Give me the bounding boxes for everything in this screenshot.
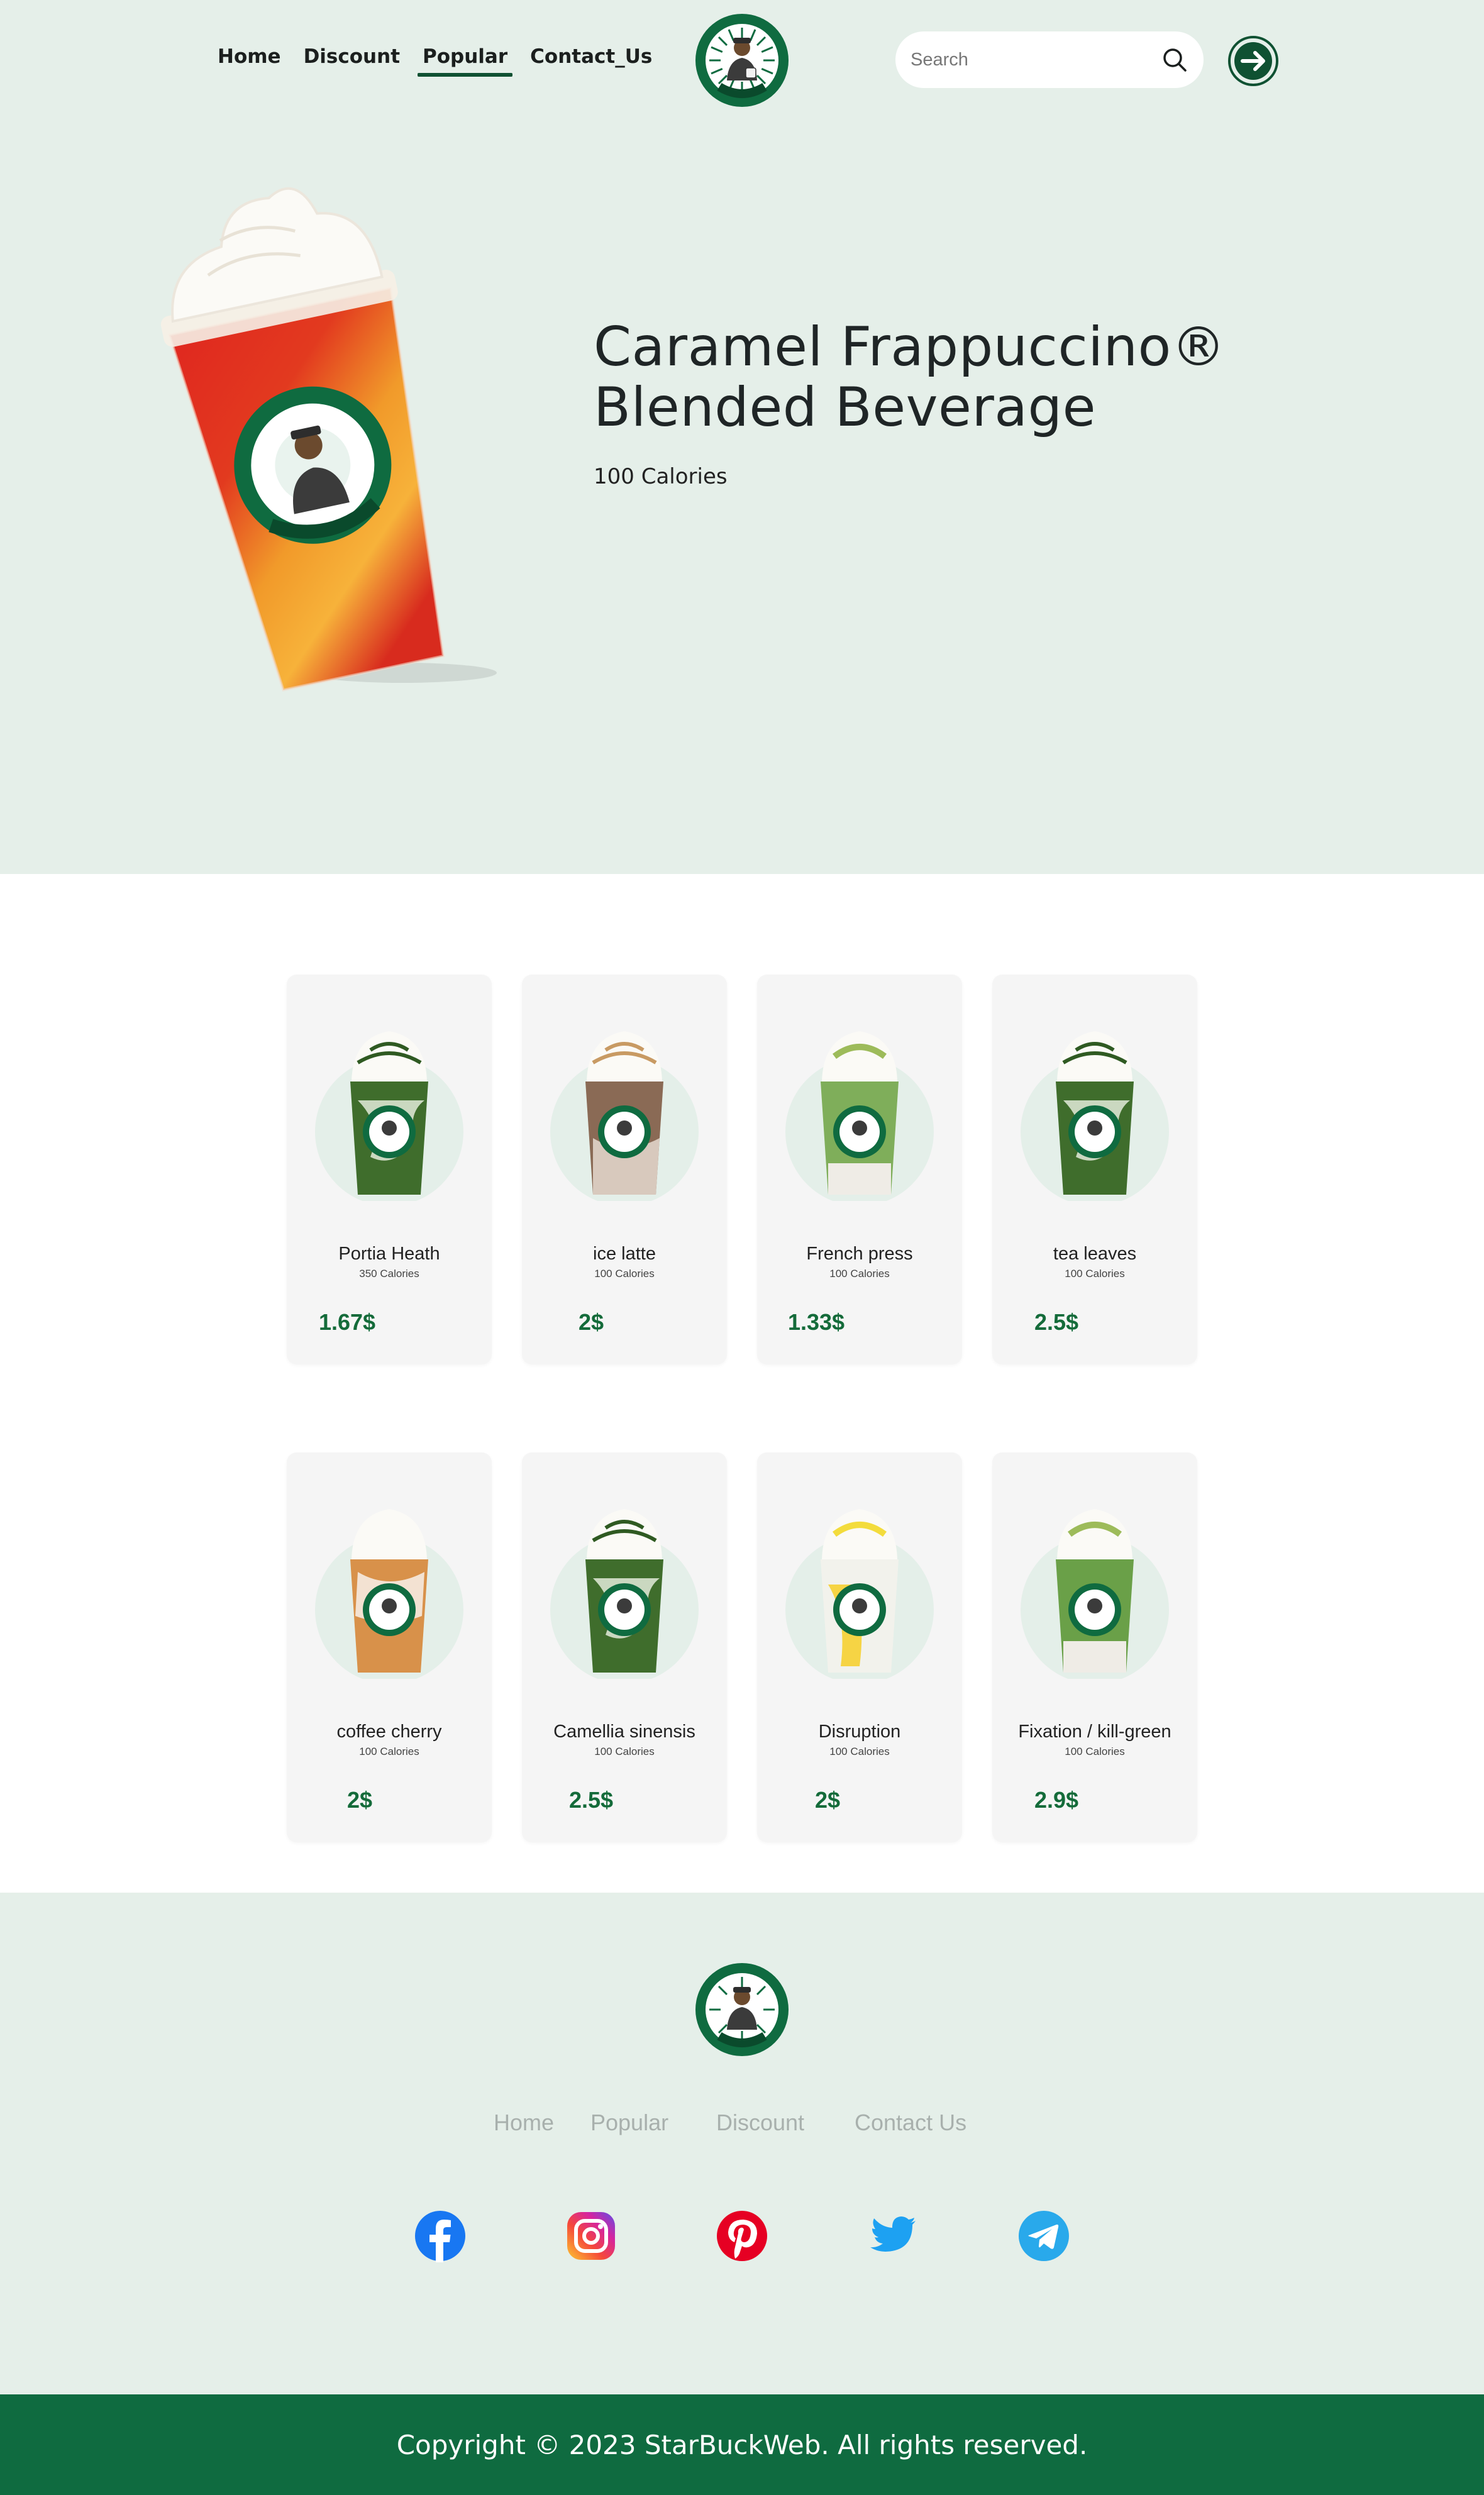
product-image bbox=[785, 1031, 934, 1201]
twitter-icon[interactable] bbox=[867, 2210, 919, 2262]
arrow-right-circle-icon[interactable] bbox=[1227, 35, 1279, 87]
nav-home[interactable]: Home bbox=[218, 45, 281, 77]
hero-calories: 100 Calories bbox=[594, 464, 728, 489]
product-card[interactable]: coffee cherry 100 Calories 2$ bbox=[287, 1452, 492, 1842]
product-name: Camellia sinensis bbox=[553, 1722, 695, 1742]
instagram-icon[interactable] bbox=[565, 2210, 617, 2262]
product-image bbox=[1021, 1509, 1169, 1679]
product-calories: 100 Calories bbox=[829, 1268, 890, 1280]
search-input[interactable] bbox=[911, 49, 1161, 70]
product-card[interactable]: Disruption 100 Calories 2$ bbox=[757, 1452, 962, 1842]
product-image bbox=[550, 1509, 699, 1679]
hero-title: Caramel Frappuccino® Blended Beverage bbox=[594, 316, 1226, 439]
product-image bbox=[315, 1031, 463, 1201]
product-image bbox=[550, 1031, 699, 1201]
hero-drink-image bbox=[160, 187, 497, 692]
green-coffee-logo[interactable] bbox=[694, 1962, 790, 2057]
product-price: 1.67$ bbox=[318, 1309, 376, 1335]
product-calories: 100 Calories bbox=[359, 1745, 419, 1757]
product-calories: 100 Calories bbox=[1065, 1268, 1125, 1280]
product-name: coffee cherry bbox=[336, 1722, 442, 1742]
copyright-text: Copyright © 2023 StarBuckWeb. All rights… bbox=[396, 2429, 1088, 2460]
search-icon[interactable] bbox=[1161, 46, 1188, 74]
main-nav: Home Discount Popular Contact_Us bbox=[218, 45, 675, 77]
product-card[interactable]: Camellia sinensis 100 Calories 2.5$ bbox=[522, 1452, 727, 1842]
product-image bbox=[785, 1509, 934, 1679]
footer: Home Popular Discount Contact Us bbox=[0, 1893, 1484, 2394]
facebook-icon[interactable] bbox=[414, 2210, 467, 2262]
product-price: 2$ bbox=[814, 1787, 841, 1813]
product-calories: 100 Calories bbox=[1065, 1745, 1125, 1757]
product-price: 2.5$ bbox=[568, 1787, 614, 1813]
telegram-icon[interactable] bbox=[1017, 2210, 1070, 2262]
product-name: French press bbox=[806, 1244, 913, 1264]
product-card[interactable]: Fixation / kill-green 100 Calories 2.9$ bbox=[992, 1452, 1197, 1842]
product-price: 1.33$ bbox=[787, 1309, 845, 1335]
product-image bbox=[315, 1509, 463, 1679]
footer-link-discount[interactable]: Discount bbox=[716, 2110, 804, 2136]
hero-section: Home Discount Popular Contact_Us Search … bbox=[0, 0, 1484, 874]
pinterest-icon[interactable] bbox=[716, 2210, 768, 2262]
product-card[interactable]: tea leaves 100 Calories 2.5$ bbox=[992, 975, 1197, 1364]
footer-link-contact-us[interactable]: Contact Us bbox=[855, 2110, 966, 2136]
product-price: 2$ bbox=[346, 1787, 373, 1813]
product-card[interactable]: French press 100 Calories 1.33$ bbox=[757, 975, 962, 1364]
nav-contact-us[interactable]: Contact_Us bbox=[530, 45, 652, 77]
footer-link-popular[interactable]: Popular bbox=[590, 2110, 668, 2136]
product-card[interactable]: Portia Heath 350 Calories 1.67$ bbox=[287, 975, 492, 1364]
product-price: 2$ bbox=[578, 1309, 604, 1335]
product-name: ice latte bbox=[593, 1244, 656, 1264]
product-name: tea leaves bbox=[1053, 1244, 1137, 1264]
product-price: 2.5$ bbox=[1034, 1309, 1079, 1335]
copyright-bar: Copyright © 2023 StarBuckWeb. All rights… bbox=[0, 2394, 1484, 2495]
nav-popular[interactable]: Popular bbox=[418, 45, 513, 77]
product-name: Fixation / kill-green bbox=[1018, 1722, 1171, 1742]
product-calories: 100 Calories bbox=[594, 1268, 655, 1280]
product-name: Portia Heath bbox=[338, 1244, 440, 1264]
product-calories: 350 Calories bbox=[359, 1268, 419, 1280]
product-calories: 100 Calories bbox=[594, 1745, 655, 1757]
search-box bbox=[895, 31, 1204, 88]
footer-link-home[interactable]: Home bbox=[494, 2110, 554, 2136]
product-calories: 100 Calories bbox=[829, 1745, 890, 1757]
product-card[interactable]: ice latte 100 Calories 2$ bbox=[522, 975, 727, 1364]
product-price: 2.9$ bbox=[1034, 1787, 1079, 1813]
green-coffee-logo[interactable] bbox=[694, 13, 790, 108]
product-image bbox=[1021, 1031, 1169, 1201]
product-name: Disruption bbox=[818, 1722, 901, 1742]
nav-discount[interactable]: Discount bbox=[304, 45, 400, 77]
